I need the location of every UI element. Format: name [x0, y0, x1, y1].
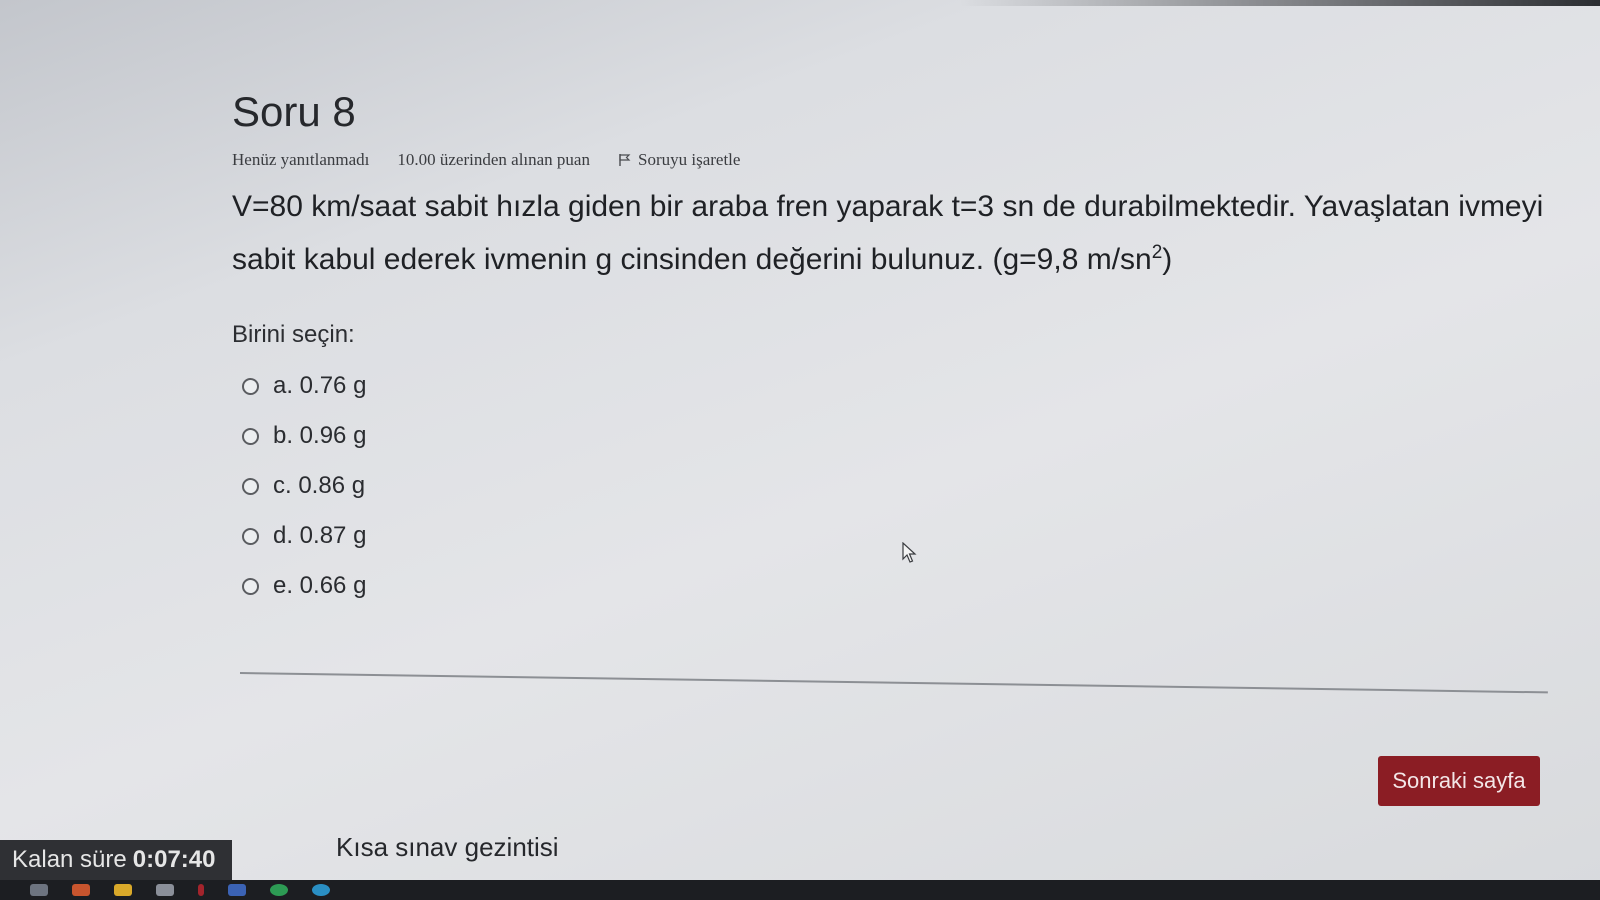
app-icon[interactable] [312, 884, 330, 896]
answer-option-b[interactable]: b. 0.96 g [242, 411, 1552, 461]
radio-button[interactable] [242, 527, 259, 545]
radio-button[interactable] [242, 427, 259, 445]
browser-icon[interactable] [72, 884, 90, 896]
question-points: 10.00 üzerinden alınan puan [397, 150, 590, 169]
flag-icon [619, 154, 631, 166]
answer-option-c[interactable]: c. 0.86 g [242, 461, 1552, 511]
question-container: Soru 8 Henüz yanıtlanmadı 10.00 üzerinde… [232, 88, 1552, 611]
answer-options: a. 0.76 g b. 0.96 g c. 0.86 g d. 0.87 g … [242, 361, 1552, 611]
flag-question-label: Soruyu işaretle [637, 150, 741, 169]
question-meta: Henüz yanıtlanmadı 10.00 üzerinden alına… [232, 150, 1552, 170]
answer-option-label: e. 0.66 g [273, 572, 367, 599]
app-icon[interactable] [270, 884, 288, 896]
time-remaining: Kalan süre 0:07:40 [0, 840, 232, 880]
answer-option-label: d. 0.87 g [273, 522, 367, 549]
mouse-pointer-icon [902, 542, 917, 563]
app-icon[interactable] [228, 884, 246, 896]
timer-value: 0:07:40 [132, 846, 216, 873]
quiz-navigation-link[interactable]: Kısa sınav gezintisi [336, 832, 559, 863]
answer-option-d[interactable]: d. 0.87 g [242, 511, 1552, 561]
os-taskbar [0, 880, 1600, 900]
folder-icon[interactable] [114, 884, 132, 896]
app-icon[interactable] [198, 884, 204, 896]
task-view-icon[interactable] [30, 884, 48, 896]
answer-option-label: c. 0.86 g [273, 472, 366, 499]
timer-label: Kalan süre [12, 846, 127, 873]
question-text-exponent: 2 [1151, 242, 1163, 263]
radio-button[interactable] [242, 377, 259, 395]
radio-button[interactable] [242, 477, 259, 495]
top-shadow-bar [0, 0, 1600, 6]
answer-option-e[interactable]: e. 0.66 g [242, 561, 1552, 611]
quiz-page: Soru 8 Henüz yanıtlanmadı 10.00 üzerinde… [0, 0, 1600, 900]
answer-option-label: b. 0.96 g [273, 422, 367, 449]
question-title: Soru 8 [232, 88, 356, 135]
flag-question-link[interactable]: Soruyu işaretle [618, 150, 740, 170]
answer-option-a[interactable]: a. 0.76 g [242, 361, 1552, 411]
answer-prompt: Birini seçin: [232, 321, 355, 348]
store-icon[interactable] [156, 884, 174, 896]
answer-status: Henüz yanıtlanmadı [232, 150, 370, 169]
question-text: V=80 km/saat sabit hızla giden bir araba… [232, 184, 1552, 283]
question-text-main: V=80 km/saat sabit hızla giden bir araba… [232, 190, 1544, 276]
question-text-end: ) [1162, 243, 1173, 276]
radio-button[interactable] [242, 577, 259, 595]
answer-option-label: a. 0.76 g [273, 372, 367, 399]
section-divider [239, 672, 1548, 694]
next-page-button[interactable]: Sonraki sayfa [1378, 756, 1540, 806]
